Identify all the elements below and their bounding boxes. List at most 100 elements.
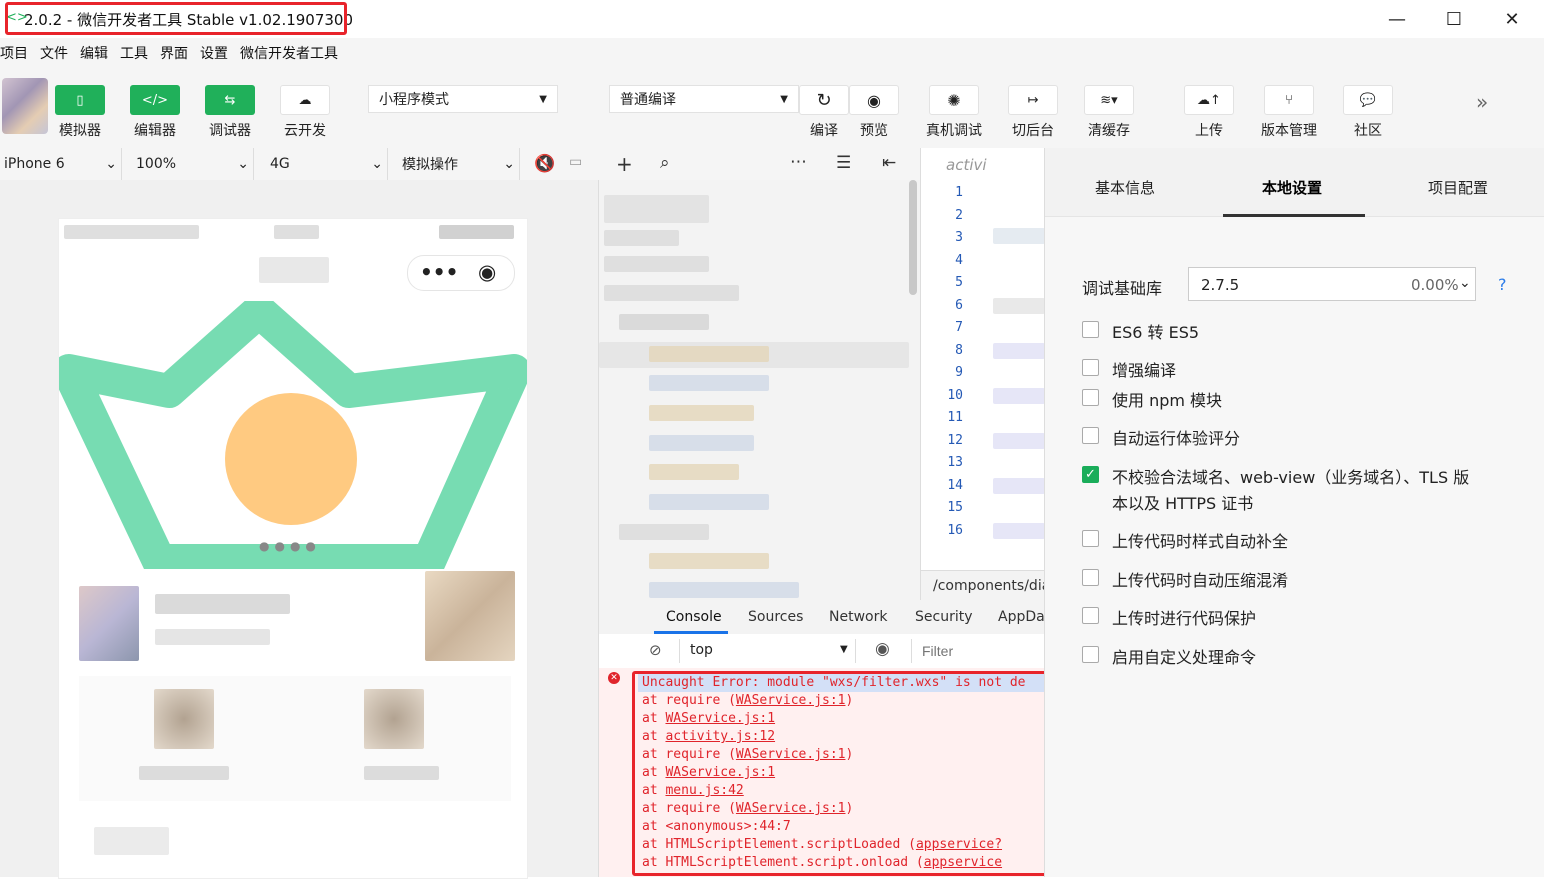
chevron-down-icon: ⌄ bbox=[1459, 275, 1471, 291]
tree-item-blur[interactable] bbox=[619, 314, 709, 330]
caret-down-icon: ▼ bbox=[539, 93, 547, 105]
capsule-close-icon[interactable]: ◉ bbox=[478, 260, 496, 284]
window-icon[interactable]: ▭ bbox=[569, 154, 582, 170]
tab-local-settings[interactable]: 本地设置 bbox=[1262, 177, 1322, 198]
phone-screen[interactable]: ••• ◉ ●●●● bbox=[52, 218, 531, 879]
avatar[interactable] bbox=[2, 78, 48, 134]
auto-audit-checkbox[interactable] bbox=[1082, 427, 1099, 444]
tree-scrollbar[interactable] bbox=[909, 180, 917, 295]
tree-item-blur[interactable] bbox=[604, 230, 679, 246]
tab-network[interactable]: Network bbox=[829, 609, 887, 625]
menu-project[interactable]: 项目 bbox=[0, 43, 34, 63]
menu-file[interactable]: 文件 bbox=[34, 43, 74, 63]
tree-item-blur[interactable] bbox=[649, 553, 769, 569]
context-select[interactable]: top ▼ bbox=[679, 639, 856, 663]
console-toolbar: ⊘ top ▼ ◉ bbox=[598, 634, 1052, 669]
maximize-button[interactable]: ☐ bbox=[1441, 6, 1467, 32]
block-icon[interactable]: ⊘ bbox=[649, 641, 662, 659]
error-icon: ✕ bbox=[608, 672, 620, 684]
editor-tab[interactable]: activi bbox=[946, 156, 987, 174]
code-editor[interactable]: activi 1 2 3 4 5 6 7 8 9 10 11 12 13 14 … bbox=[920, 148, 1050, 601]
double-chevron-right-icon[interactable]: » bbox=[1476, 90, 1488, 114]
eye-icon[interactable]: ◉ bbox=[875, 639, 890, 659]
tab-basic-info[interactable]: 基本信息 bbox=[1095, 177, 1155, 198]
filter-input[interactable] bbox=[911, 639, 1052, 663]
outdent-icon[interactable]: ☰ bbox=[836, 153, 851, 173]
enhance-compile-checkbox[interactable] bbox=[1082, 359, 1099, 376]
tree-item-blur[interactable] bbox=[649, 582, 799, 598]
tree-item-blur[interactable] bbox=[604, 256, 709, 272]
banner-image[interactable]: ●●●● bbox=[52, 294, 531, 578]
close-button[interactable]: ✕ bbox=[1499, 6, 1525, 32]
help-icon[interactable]: ? bbox=[1498, 275, 1507, 294]
zoom-select[interactable]: 100% ⌄ bbox=[132, 148, 254, 180]
skip-domain-check-checkbox[interactable]: ✓ bbox=[1082, 466, 1099, 483]
minimize-button[interactable]: — bbox=[1384, 6, 1410, 32]
compile-button[interactable]: ↻ 编译 bbox=[799, 85, 849, 140]
preview-button[interactable]: ◉ 预览 bbox=[849, 85, 899, 140]
lib-version-select[interactable]: 2.7.5 0.00% ⌄ bbox=[1188, 267, 1476, 301]
tab-appdata[interactable]: AppDa bbox=[998, 609, 1045, 625]
refresh-icon: ↻ bbox=[799, 85, 849, 115]
remote-debug-button[interactable]: ✺ 真机调试 bbox=[922, 85, 986, 140]
tree-item-blur[interactable] bbox=[649, 464, 739, 480]
cloud-dev-button[interactable]: ☁ 云开发 bbox=[280, 85, 330, 140]
line-number: 4 bbox=[955, 253, 963, 268]
menu-view[interactable]: 界面 bbox=[154, 43, 194, 63]
capsule-menu[interactable]: ••• ◉ bbox=[407, 255, 515, 291]
tab-security[interactable]: Security bbox=[915, 609, 973, 625]
editor-toggle[interactable]: </> 编辑器 bbox=[130, 85, 180, 140]
add-icon[interactable]: + bbox=[616, 152, 633, 176]
tree-item-blur[interactable] bbox=[649, 435, 754, 451]
auto-prefix-checkbox[interactable] bbox=[1082, 530, 1099, 547]
tab-sources[interactable]: Sources bbox=[748, 609, 803, 625]
operation-select[interactable]: 模拟操作 ⌄ bbox=[398, 148, 520, 180]
simulator-toggle[interactable]: ▯ 模拟器 bbox=[55, 85, 105, 140]
version-button[interactable]: ⑂ 版本管理 bbox=[1257, 85, 1321, 140]
more-icon[interactable]: ⋯ bbox=[790, 152, 807, 172]
code-blur bbox=[993, 478, 1045, 494]
network-select[interactable]: 4G ⌄ bbox=[266, 148, 388, 180]
npm-checkbox[interactable] bbox=[1082, 389, 1099, 406]
chevron-down-icon: ⌄ bbox=[503, 156, 515, 172]
device-select[interactable]: iPhone 6 ⌄ bbox=[0, 148, 122, 180]
tree-item-blur[interactable] bbox=[619, 524, 709, 540]
more-dots-icon[interactable]: ••• bbox=[420, 260, 458, 284]
menu-settings[interactable]: 设置 bbox=[194, 43, 234, 63]
minify-checkbox[interactable] bbox=[1082, 569, 1099, 586]
grid-icon-blur[interactable] bbox=[364, 689, 424, 749]
compile-mode-select[interactable]: 普通编译 ▼ bbox=[609, 85, 799, 113]
phone-icon: ▯ bbox=[55, 85, 105, 115]
clear-cache-button[interactable]: ≋▾ 清缓存 bbox=[1084, 85, 1134, 140]
file-tree[interactable] bbox=[598, 180, 921, 600]
community-button[interactable]: 💬 社区 bbox=[1343, 85, 1393, 140]
tree-item-blur[interactable] bbox=[649, 494, 769, 510]
search-icon[interactable]: ⌕ bbox=[660, 153, 670, 173]
bug-icon: ✺ bbox=[929, 85, 979, 115]
grid-icon-blur[interactable] bbox=[154, 689, 214, 749]
tree-item-blur[interactable] bbox=[604, 195, 709, 223]
mode-select[interactable]: 小程序模式 ▼ bbox=[368, 85, 558, 113]
tab-console[interactable]: Console bbox=[666, 609, 722, 625]
custom-command-checkbox[interactable] bbox=[1082, 646, 1099, 663]
collapse-icon[interactable]: ⇤ bbox=[882, 153, 896, 173]
code-protect-checkbox[interactable] bbox=[1082, 607, 1099, 624]
tree-item-blur[interactable] bbox=[649, 405, 754, 421]
tree-item-blur[interactable] bbox=[649, 346, 769, 362]
toolbar: ▯ 模拟器 </> 编辑器 ⇆ 调试器 ☁ 云开发 小程序模式 ▼ 普通编译 ▼… bbox=[0, 68, 1544, 149]
mute-icon[interactable]: 🔇 bbox=[534, 154, 555, 174]
line-number: 6 bbox=[955, 298, 963, 313]
tab-project-config[interactable]: 项目配置 bbox=[1428, 177, 1488, 198]
menu-edit[interactable]: 编辑 bbox=[74, 43, 114, 63]
es6-checkbox[interactable] bbox=[1082, 321, 1099, 338]
code-blur bbox=[993, 298, 1045, 314]
menu-wechat-devtools[interactable]: 微信开发者工具 bbox=[234, 43, 344, 63]
background-button[interactable]: ↦ 切后台 bbox=[1008, 85, 1058, 140]
menu-tools[interactable]: 工具 bbox=[114, 43, 154, 63]
upload-button[interactable]: ☁↑ 上传 bbox=[1184, 85, 1234, 140]
debugger-toggle[interactable]: ⇆ 调试器 bbox=[205, 85, 255, 140]
chevron-down-icon: ⌄ bbox=[105, 156, 117, 172]
tree-item-blur[interactable] bbox=[604, 285, 739, 301]
tree-item-blur[interactable] bbox=[649, 375, 769, 391]
list-item-thumb-blur bbox=[425, 571, 515, 661]
